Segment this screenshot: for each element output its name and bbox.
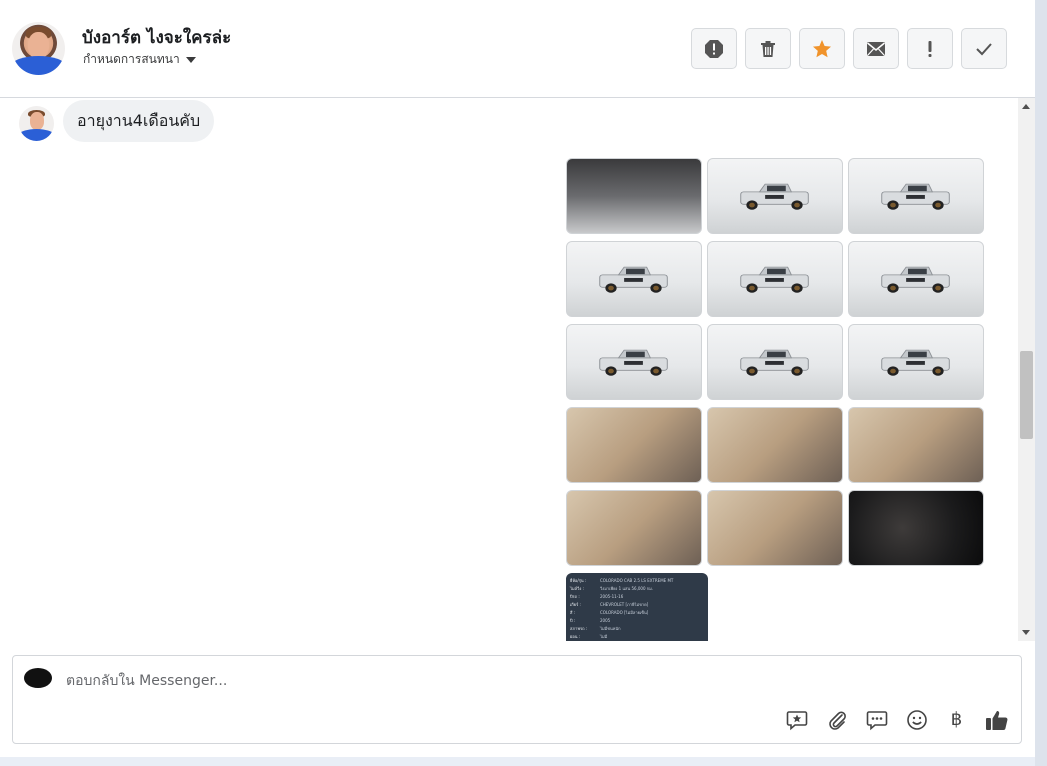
spec-key: เกียร์ :	[570, 602, 581, 607]
interior-photo[interactable]	[566, 490, 702, 566]
composer-tools: ฿	[784, 707, 1009, 732]
user-name[interactable]: บังอาร์ต ไงจะใครล่ะ	[82, 24, 231, 51]
manage-chat-label: กำหนดการสนทนา	[83, 52, 180, 66]
interior-photo[interactable]	[707, 407, 843, 483]
spec-key: ไมล์วิ่ง :	[570, 586, 584, 591]
spec-key: สภาพรถ :	[570, 626, 588, 631]
conversation-panel: บังอาร์ต ไงจะใครล่ะ กำหนดการสนทนา อายุงา…	[0, 0, 1035, 757]
interior-photo[interactable]	[707, 490, 843, 566]
chat-bubble-dots-icon	[866, 710, 887, 730]
header-actions	[691, 28, 1007, 69]
interior-photo[interactable]	[566, 407, 702, 483]
star-button[interactable]	[799, 28, 845, 69]
check-icon	[976, 42, 992, 55]
manage-chat-dropdown[interactable]: กำหนดการสนทนา	[83, 50, 196, 69]
message-bubble: อายุงาน4เดือนคับ	[63, 100, 215, 142]
like-button[interactable]	[984, 707, 1009, 732]
car-photo[interactable]	[566, 324, 702, 400]
spec-key: ปี :	[570, 618, 576, 623]
attach-button[interactable]	[824, 707, 849, 732]
paperclip-icon	[828, 711, 846, 730]
spec-row: ไมล์วิ่ง : วิ่งมาเพียง 1 แสน 56,000 กม.	[570, 585, 704, 593]
car-photo[interactable]	[848, 158, 984, 234]
spec-row: ปี : 2005	[570, 617, 704, 625]
saved-reply-button[interactable]	[784, 707, 809, 732]
scroll-thumb[interactable]	[1020, 351, 1033, 439]
spec-row: ผ่อน : ไม่มี	[570, 633, 704, 641]
spec-value: COLORADO CAB 2.5 LS EXTREME MT	[600, 578, 674, 583]
spam-alert-icon	[705, 39, 723, 58]
smiley-icon	[906, 709, 927, 730]
baht-icon: ฿	[950, 709, 963, 730]
car-photo[interactable]	[707, 158, 843, 234]
chat-scrollbar[interactable]	[1018, 98, 1035, 641]
conversation-header: บังอาร์ต ไงจะใครล่ะ กำหนดการสนทนา	[0, 0, 1035, 98]
photo-grid: ยี่ห้อ/รุ่น : COLORADO CAB 2.5 LS EXTREME…	[566, 158, 984, 641]
scroll-up-arrow-icon[interactable]	[1022, 104, 1030, 109]
payment-button[interactable]: ฿	[944, 707, 969, 732]
scroll-down-arrow-icon[interactable]	[1022, 630, 1030, 635]
quick-replies-button[interactable]	[864, 707, 889, 732]
car-photo[interactable]	[566, 241, 702, 317]
spec-row: สี : COLORADO [ไม่มีลายเซ็น]	[570, 609, 704, 617]
reply-input[interactable]	[66, 670, 666, 692]
user-avatar[interactable]	[12, 22, 65, 75]
caret-down-icon	[185, 56, 196, 63]
spec-key: สี :	[570, 610, 576, 615]
spec-value: วิ่งมาเพียง 1 แสน 56,000 กม.	[600, 586, 654, 591]
car-photo[interactable]	[848, 241, 984, 317]
saved-reply-star-bubble-icon	[786, 710, 807, 730]
car-photo[interactable]	[707, 241, 843, 317]
flag-button[interactable]	[907, 28, 953, 69]
star-icon	[813, 39, 831, 57]
mark-done-button[interactable]	[961, 28, 1007, 69]
spec-row: ปีรถ : 2005-11-16	[570, 593, 704, 601]
mark-spam-button[interactable]	[691, 28, 737, 69]
trash-icon	[761, 40, 775, 57]
spec-value: 2005-11-16	[600, 594, 624, 599]
spec-value: ไม่มี	[600, 634, 608, 639]
page-logo	[24, 668, 52, 688]
spec-value: CHEVROLET [ภาษีไม่ขาด]	[600, 602, 649, 607]
spec-row: สภาพรถ : ไม่มีชนหนัก	[570, 625, 704, 633]
emoji-button[interactable]	[904, 707, 929, 732]
spec-key: ปีรถ :	[570, 594, 580, 599]
engine-photo[interactable]	[566, 158, 702, 234]
spec-key: ผ่อน :	[570, 634, 581, 639]
message-text: อายุงาน4เดือนคับ	[77, 110, 201, 130]
dashboard-photo[interactable]	[848, 490, 984, 566]
spec-value: COLORADO [ไม่มีลายเซ็น]	[600, 610, 649, 615]
spec-card-photo[interactable]: ยี่ห้อ/รุ่น : COLORADO CAB 2.5 LS EXTREME…	[566, 573, 708, 641]
spec-row: ยี่ห้อ/รุ่น : COLORADO CAB 2.5 LS EXTREME…	[570, 577, 704, 585]
sender-avatar[interactable]	[19, 106, 54, 141]
car-photo[interactable]	[848, 324, 984, 400]
interior-photo[interactable]	[848, 407, 984, 483]
reply-composer: ฿	[12, 655, 1022, 744]
spec-key: ยี่ห้อ/รุ่น :	[570, 578, 587, 583]
car-photo[interactable]	[707, 324, 843, 400]
mark-unread-button[interactable]	[853, 28, 899, 69]
exclamation-icon	[928, 40, 932, 57]
message-list[interactable]: อายุงาน4เดือนคับ ยี่ห้อ/รุ่น : COLORADO C…	[0, 98, 1018, 641]
envelope-icon	[867, 41, 885, 56]
spec-value: ไม่มีชนหนัก	[600, 626, 621, 631]
spec-row: เกียร์ : CHEVROLET [ภาษีไม่ขาด]	[570, 601, 704, 609]
delete-button[interactable]	[745, 28, 791, 69]
thumbs-up-icon	[985, 710, 1007, 730]
window-edge	[1035, 0, 1047, 766]
spec-value: 2005	[600, 618, 611, 623]
